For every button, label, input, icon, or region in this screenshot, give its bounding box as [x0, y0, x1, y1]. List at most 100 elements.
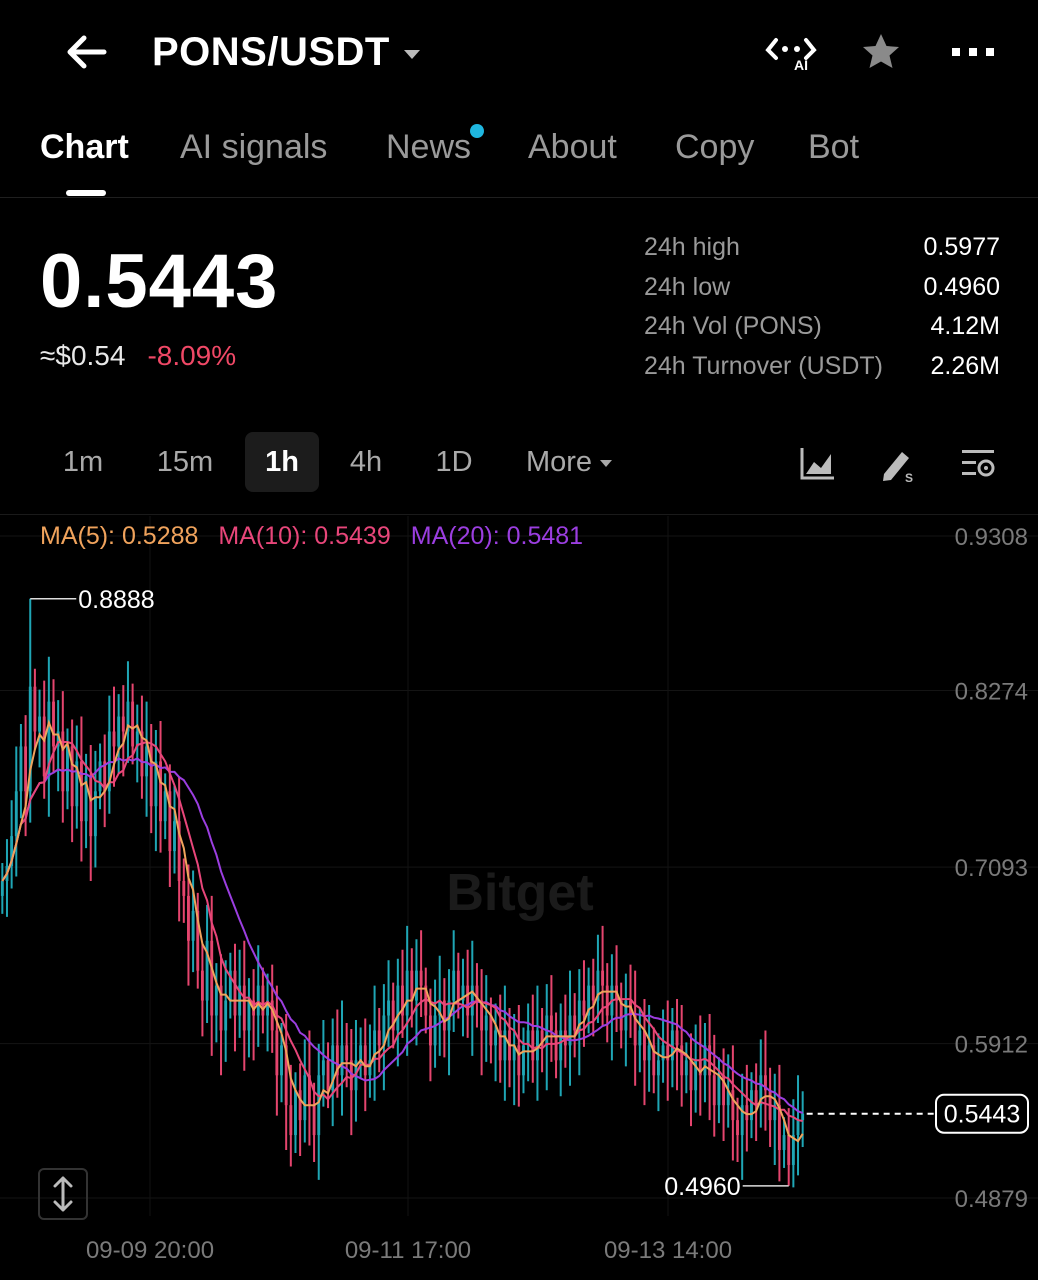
x-tick-label: 09-13 14:00 [604, 1237, 732, 1264]
candle-body [712, 1075, 716, 1106]
favorite-star-icon[interactable] [858, 30, 904, 74]
candle-body [224, 1000, 228, 1031]
y-tick-label: 0.7093 [955, 855, 1028, 882]
candle-body [736, 1120, 739, 1136]
ma10-label: MA(10): 0.5439 [218, 522, 391, 550]
pair-label: PONS/USDT [152, 29, 390, 74]
candle-body [689, 1060, 693, 1091]
candle-body [470, 985, 474, 1016]
timeframe-15m[interactable]: 15m [142, 432, 228, 492]
candle-body [61, 731, 65, 792]
svg-text:S: S [905, 471, 913, 484]
y-tick-label: 0.4879 [955, 1186, 1028, 1213]
candle-body [173, 821, 176, 852]
candle-body [280, 1045, 283, 1076]
candle-body [494, 1030, 498, 1046]
drawing-tools-icon[interactable]: S [878, 444, 918, 485]
usd-equivalent: ≈$0.54 [40, 340, 126, 371]
min-price-marker: 0.4960 [664, 1173, 740, 1201]
timeframe-4h[interactable]: 4h [330, 432, 402, 492]
stat-row: 24h low 0.4960 [644, 268, 1000, 308]
price-sub-info: ≈$0.54 -8.09% [40, 340, 236, 372]
chart-settings-icon[interactable] [958, 444, 998, 484]
candle-body [256, 985, 260, 1016]
timeframe-1h[interactable]: 1h [245, 432, 319, 492]
candle-body [131, 701, 135, 747]
last-price: 0.5443 [40, 239, 279, 324]
candle-body [345, 1045, 349, 1061]
stat-label: 24h Turnover (USDT) [644, 351, 883, 380]
candle-body [731, 1090, 735, 1121]
stat-label: 24h Vol (PONS) [644, 312, 822, 341]
chevron-down-icon [600, 459, 613, 467]
timeframe-1m[interactable]: 1m [44, 432, 122, 492]
candle-body [38, 716, 41, 732]
candle-body [405, 970, 409, 1016]
ai-badge-label: AI [794, 57, 808, 73]
candlestick-chart[interactable]: Bitget 0.9308 0.8274 0.7093 0.5912 0.4879 09… [0, 516, 1038, 1280]
candle-body [187, 895, 190, 941]
candle-body [33, 686, 37, 732]
candle-body [517, 1045, 521, 1076]
candle-body [312, 1105, 316, 1136]
candle-body [191, 910, 195, 941]
max-price-marker: 0.8888 [78, 586, 154, 614]
candle-body [656, 1060, 660, 1076]
tab-bot[interactable]: Bot [808, 128, 859, 167]
candle-body [717, 1075, 721, 1106]
divider [0, 514, 1038, 515]
candle-body [214, 985, 218, 1016]
candle-body [782, 1135, 786, 1151]
candle-body [531, 1030, 535, 1061]
tab-ai-signals[interactable]: AI signals [180, 128, 327, 167]
candle-body [121, 716, 125, 732]
expand-chart-button[interactable] [38, 1168, 88, 1220]
tab-chart[interactable]: Chart [40, 128, 129, 167]
candle-body [489, 1015, 493, 1046]
candle-body [163, 791, 167, 822]
timeframe-1d[interactable]: 1D [418, 432, 490, 492]
candle-body [14, 791, 18, 837]
candle-body [787, 1135, 791, 1165]
candle-body [522, 1045, 525, 1076]
candle-body [484, 1015, 488, 1031]
ma-legend: MA(5): 0.5288 MA(10): 0.5439 MA(20): 0.5… [40, 522, 583, 551]
candle-body [340, 1045, 344, 1076]
ai-assistant-icon[interactable]: AI [760, 30, 822, 74]
top-bar: PONS/USDT AI [0, 0, 1038, 104]
candle-body [363, 1045, 367, 1076]
more-menu-icon[interactable] [948, 30, 998, 74]
candle-body [359, 1045, 363, 1061]
active-tab-indicator [66, 190, 106, 196]
candle-body [503, 1030, 507, 1061]
timeframe-more[interactable]: More [510, 432, 628, 492]
candle-body [466, 985, 470, 1016]
candle-body [52, 701, 55, 747]
candle-body [210, 940, 214, 1016]
candle-body [415, 970, 418, 1001]
candle-body [326, 1060, 330, 1091]
chart-type-icon[interactable] [798, 444, 838, 484]
tab-about[interactable]: About [528, 128, 617, 167]
candle-body [396, 985, 400, 1031]
back-arrow-icon[interactable] [60, 28, 112, 76]
tab-copy[interactable]: Copy [675, 128, 754, 167]
candles [0, 598, 805, 1188]
ticker-stats: 24h high 0.5977 24h low 0.4960 24h Vol (… [644, 228, 1000, 386]
candle-body [428, 1015, 432, 1046]
candle-body [159, 761, 162, 822]
candle-body [117, 716, 121, 747]
pair-selector[interactable]: PONS/USDT [152, 28, 420, 76]
candle-body [321, 1060, 325, 1076]
candle-body [750, 1090, 753, 1121]
candle-body [582, 1000, 586, 1016]
candle-body [233, 970, 237, 1016]
candle-body [605, 985, 609, 1016]
tab-news[interactable]: News [386, 128, 471, 167]
stat-label: 24h high [644, 233, 740, 262]
y-tick-label: 0.9308 [955, 524, 1028, 551]
x-tick-label: 09-09 20:00 [86, 1237, 214, 1264]
candle-body [559, 1030, 563, 1061]
candle-body [754, 1090, 758, 1106]
candle-body [387, 1000, 390, 1016]
